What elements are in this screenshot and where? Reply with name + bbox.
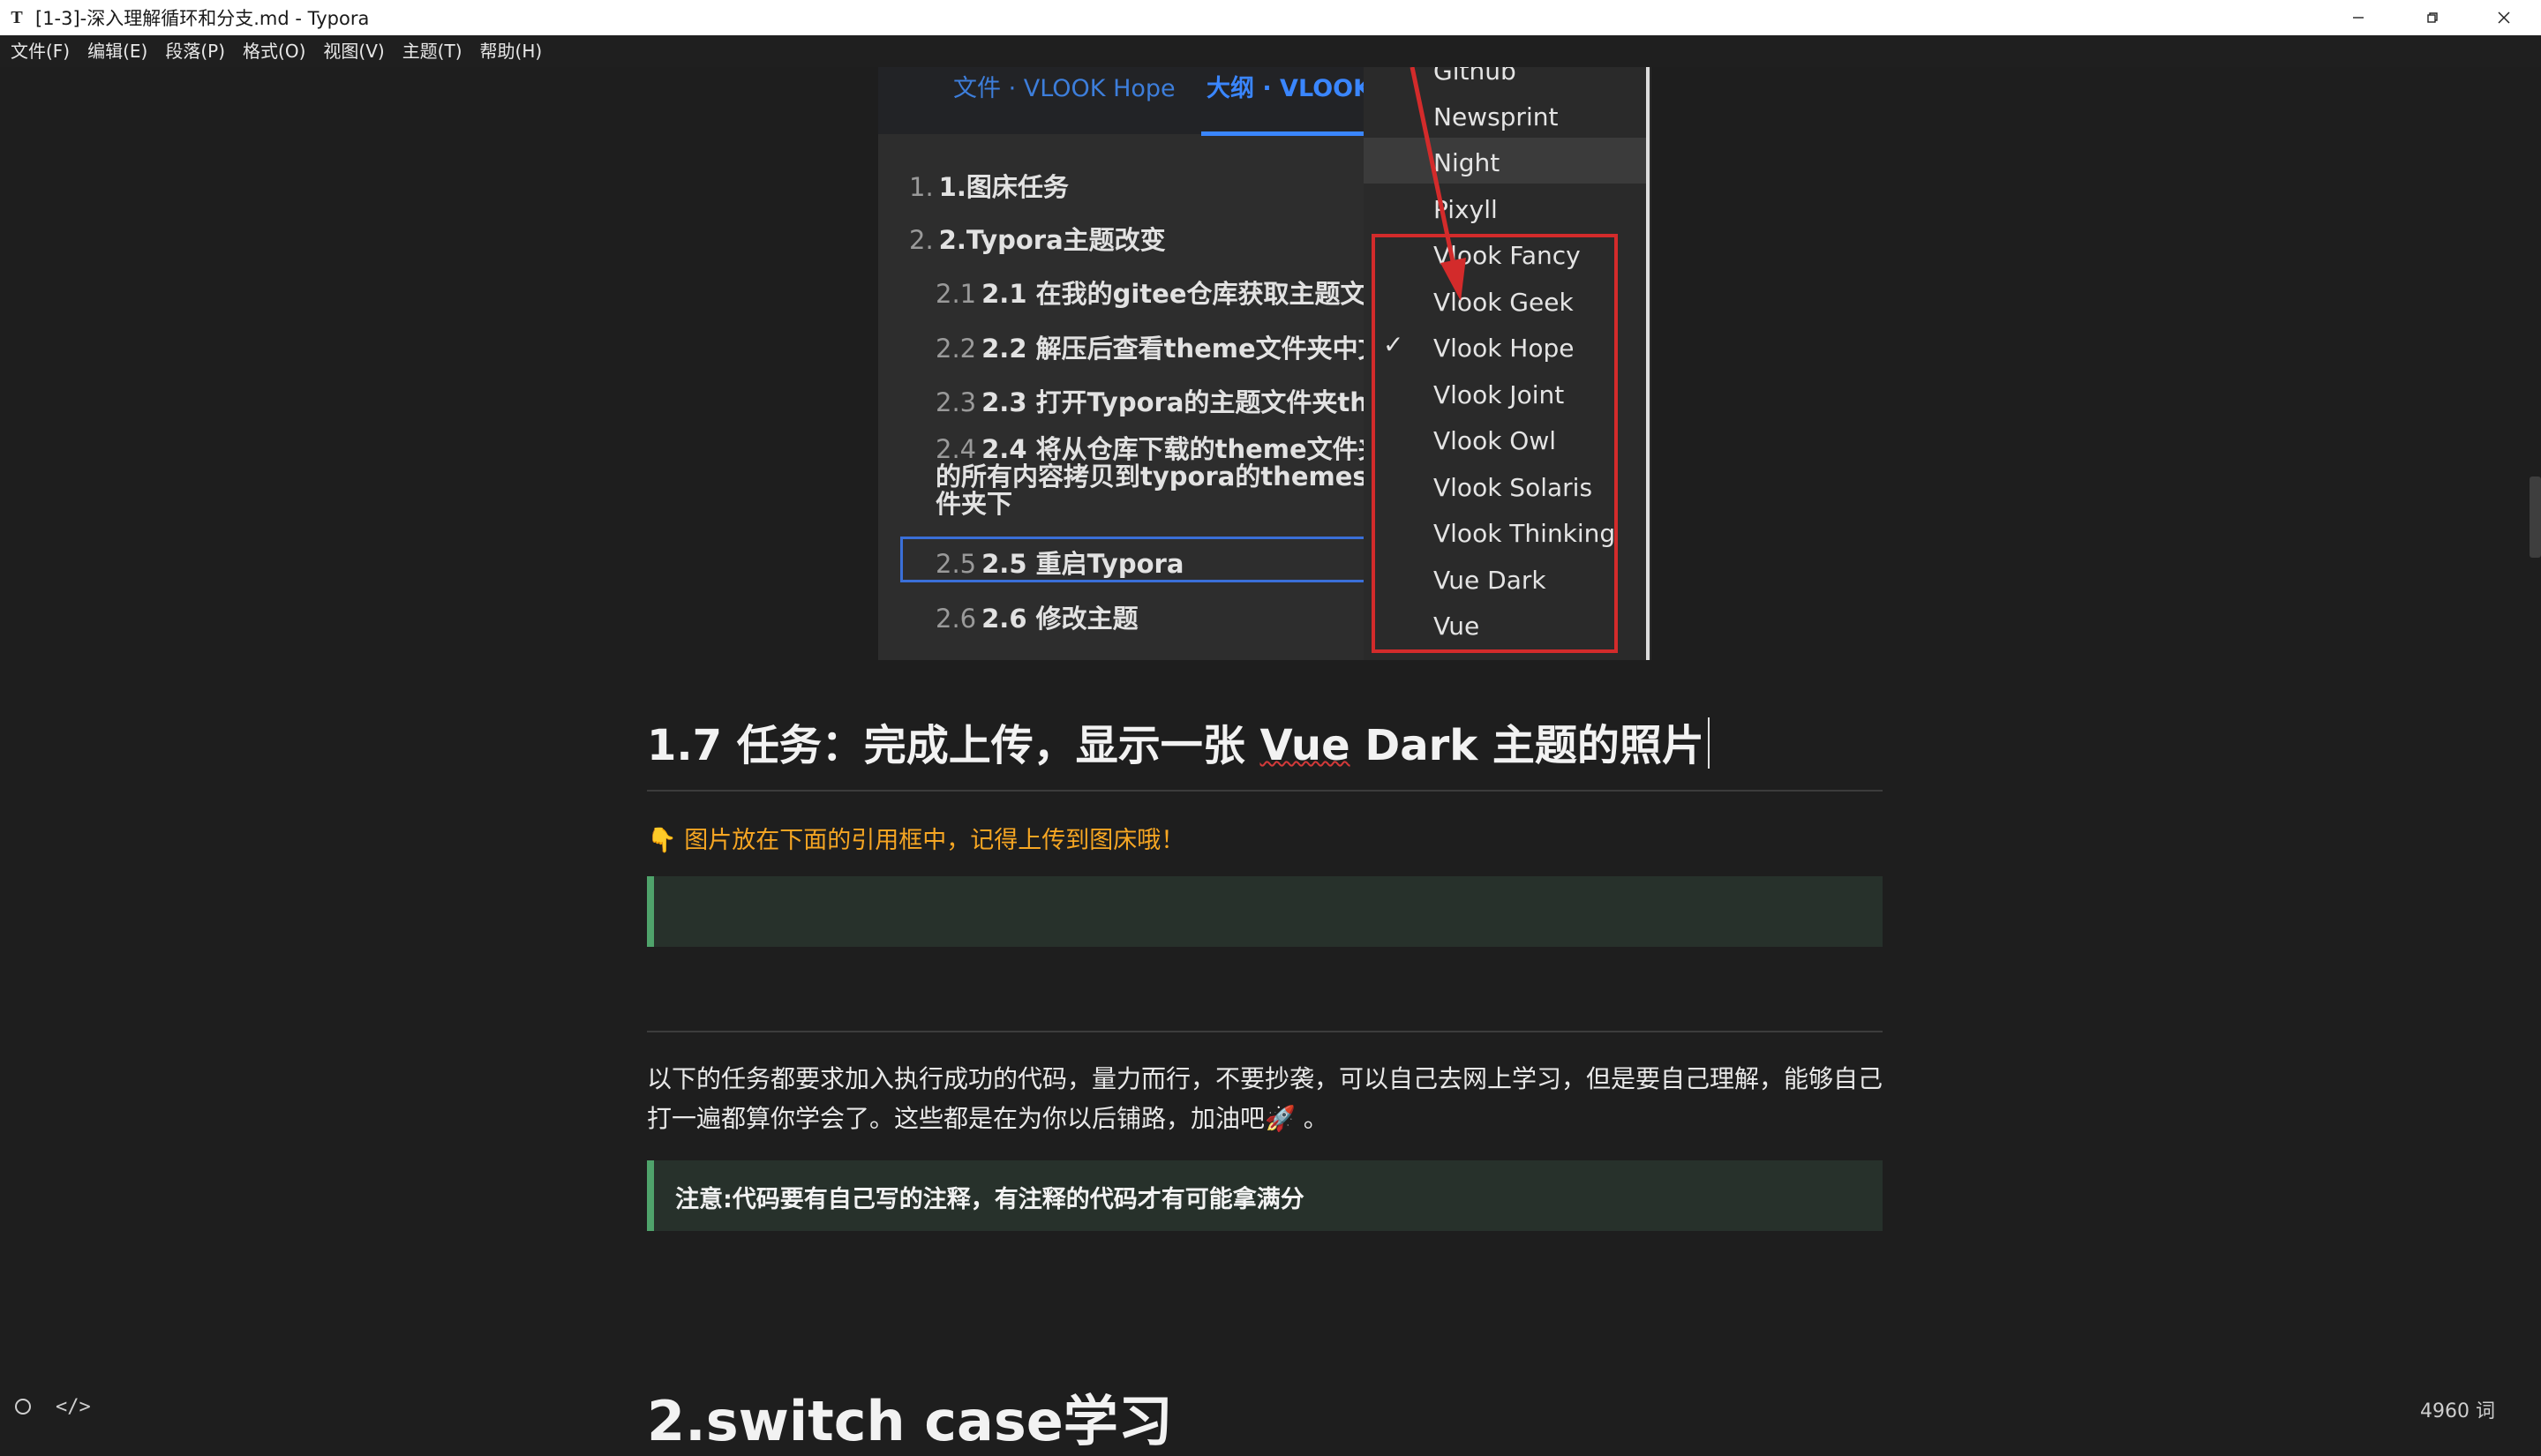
menu-bar: 文件(F) 编辑(E) 段落(P) 格式(O) 视图(V) 主题(T) 帮助(H… xyxy=(0,35,2541,67)
tip-text[interactable]: 👇 图片放在下面的引用框中，记得上传到图床哦！ xyxy=(647,821,1184,855)
menu-file[interactable]: 文件(F) xyxy=(2,35,79,67)
heading-underline xyxy=(647,790,1883,792)
red-arrow-icon xyxy=(1410,67,1466,301)
heading-text: Dark 主题的照片 xyxy=(1349,721,1704,770)
note-blockquote[interactable]: 注意:代码要有自己写的注释，有注释的代码才有可能拿满分 xyxy=(647,1160,1883,1231)
menu-paragraph[interactable]: 段落(P) xyxy=(156,35,234,67)
heading-task-1-7[interactable]: 1.7 任务：完成上传，显示一张 Vue Dark 主题的照片 xyxy=(647,710,1710,772)
misspelled-word: Vue xyxy=(1259,721,1350,770)
horizontal-rule xyxy=(647,1031,1883,1032)
heading-switch-case[interactable]: 2.switch case学习 xyxy=(647,1377,1173,1456)
close-icon xyxy=(2498,11,2510,24)
text-cursor xyxy=(1707,717,1710,769)
menu-edit[interactable]: 编辑(E) xyxy=(79,35,156,67)
sidebar-toggle-icon[interactable] xyxy=(15,1399,31,1415)
close-button[interactable] xyxy=(2467,0,2541,35)
source-mode-icon[interactable]: </> xyxy=(56,1396,91,1418)
word-count[interactable]: 4960 词 xyxy=(2420,1395,2495,1423)
title-bar: T [1-3]-深入理解循环和分支.md - Typora xyxy=(0,0,2541,35)
minimize-icon xyxy=(2353,17,2364,19)
embedded-screenshot[interactable]: 文件 · VLOOK Hope 大纲 · VLOOK H 1. 1.图床任务 2.… xyxy=(878,67,1651,660)
typora-app-icon: T xyxy=(11,8,23,27)
maximize-button[interactable] xyxy=(2395,0,2470,35)
scrollbar-thumb[interactable] xyxy=(2530,477,2541,558)
note-text: 注意:代码要有自己写的注释，有注释的代码才有可能拿满分 xyxy=(675,1186,1304,1213)
menu-format[interactable]: 格式(O) xyxy=(234,35,314,67)
heading-text: 1.7 任务：完成上传，显示一张 xyxy=(647,721,1260,770)
maximize-icon xyxy=(2427,12,2438,23)
empty-blockquote[interactable] xyxy=(647,876,1883,947)
task-paragraph[interactable]: 以下的任务都要求加入执行成功的代码，量力而行，不要抄袭，可以自己去网上学习，但是… xyxy=(647,1059,1883,1138)
window-title: [1-3]-深入理解循环和分支.md - Typora xyxy=(35,8,370,29)
menu-help[interactable]: 帮助(H) xyxy=(471,35,552,67)
menu-view[interactable]: 视图(V) xyxy=(314,35,393,67)
minimize-button[interactable] xyxy=(2321,0,2395,35)
menu-themes[interactable]: 主题(T) xyxy=(394,35,471,67)
